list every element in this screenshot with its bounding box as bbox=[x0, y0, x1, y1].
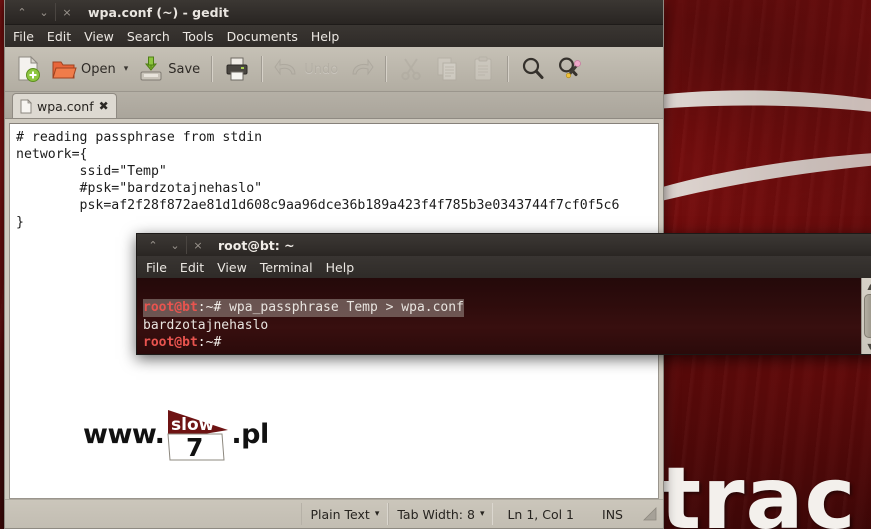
gedit-titlebar[interactable]: ⌃ ⌄ × wpa.conf (~) - gedit bbox=[5, 0, 663, 25]
language-selector[interactable]: Plain Text ▾ bbox=[301, 503, 389, 525]
redo-button[interactable] bbox=[344, 51, 378, 87]
copy-icon bbox=[437, 57, 457, 81]
open-folder-icon bbox=[52, 61, 77, 79]
undo-button[interactable]: Undo bbox=[270, 51, 342, 87]
search-icon bbox=[523, 57, 544, 79]
tab-label: wpa.conf bbox=[37, 98, 94, 114]
terminal-menu-help[interactable]: Help bbox=[326, 260, 355, 275]
gedit-tabbar: wpa.conf ✖ bbox=[5, 92, 663, 119]
save-disk-icon bbox=[140, 56, 162, 81]
toolbar-separator-3 bbox=[385, 56, 388, 82]
save-button-label: Save bbox=[168, 61, 201, 77]
terminal-scrollbar[interactable]: ▲ ▼ bbox=[861, 278, 871, 354]
document-icon bbox=[20, 98, 32, 113]
terminal-prompt-user: root@bt bbox=[143, 335, 198, 350]
resize-grip-icon[interactable] bbox=[643, 507, 657, 521]
menu-tools[interactable]: Tools bbox=[183, 29, 214, 44]
terminal-command-line-1: root@bt:~# wpa_passphrase Temp > wpa.con… bbox=[143, 299, 464, 317]
terminal-menu-file[interactable]: File bbox=[146, 260, 167, 275]
terminal-command-text: wpa_passphrase Temp > wpa.conf bbox=[229, 300, 464, 315]
close-icon[interactable]: × bbox=[186, 236, 209, 254]
gedit-document-text[interactable]: # reading passphrase from stdin network=… bbox=[16, 129, 652, 231]
terminal-titlebar[interactable]: ⌃ ⌄ × root@bt: ~ bbox=[137, 234, 871, 256]
terminal-output-text: bardzotajnehaslo bbox=[143, 317, 269, 333]
toolbar-separator-1 bbox=[211, 56, 214, 82]
paste-clipboard-icon bbox=[474, 56, 492, 81]
chevron-down-icon: ▾ bbox=[479, 509, 485, 519]
toolbar-separator-2 bbox=[261, 56, 264, 82]
terminal-window[interactable]: ⌃ ⌄ × root@bt: ~ File Edit View Terminal… bbox=[136, 233, 871, 355]
terminal-menu-terminal[interactable]: Terminal bbox=[260, 260, 313, 275]
scissors-icon bbox=[401, 58, 421, 81]
cursor-position-label: Ln 1, Col 1 bbox=[507, 506, 575, 522]
replace-button[interactable] bbox=[552, 51, 588, 87]
tab-wpa-conf[interactable]: wpa.conf ✖ bbox=[12, 93, 117, 118]
menu-view[interactable]: View bbox=[84, 29, 114, 44]
new-document-button[interactable] bbox=[11, 51, 45, 87]
tab-width-selector[interactable]: Tab Width: 8 ▾ bbox=[388, 503, 494, 525]
maximize-icon[interactable]: ⌄ bbox=[33, 3, 55, 21]
menu-documents[interactable]: Documents bbox=[227, 29, 298, 44]
scrollbar-thumb[interactable] bbox=[863, 294, 871, 338]
cut-button[interactable] bbox=[394, 51, 428, 87]
terminal-menu-view[interactable]: View bbox=[217, 260, 247, 275]
desktop-screen: trac ⌃ ⌄ × wpa.conf (~) - gedit File Edi… bbox=[0, 0, 871, 529]
redo-arrow-icon bbox=[352, 58, 374, 76]
scroll-down-arrow-icon[interactable]: ▼ bbox=[864, 340, 871, 352]
tab-close-icon[interactable]: ✖ bbox=[99, 100, 109, 112]
terminal-menu-edit[interactable]: Edit bbox=[180, 260, 204, 275]
menu-edit[interactable]: Edit bbox=[47, 29, 71, 44]
search-replace-icon bbox=[559, 57, 582, 79]
tab-width-label: Tab Width: 8 bbox=[397, 506, 475, 522]
menu-search[interactable]: Search bbox=[127, 29, 170, 44]
menu-help[interactable]: Help bbox=[311, 29, 340, 44]
terminal-window-title: root@bt: ~ bbox=[218, 237, 295, 253]
open-button-label: Open bbox=[81, 61, 116, 77]
terminal-output-line-2: bardzotajnehaslo bbox=[143, 317, 861, 335]
terminal-prompt-line-3: root@bt:~# bbox=[143, 334, 861, 352]
minimize-icon[interactable]: ⌃ bbox=[142, 236, 164, 254]
new-document-icon bbox=[18, 55, 40, 82]
copy-button[interactable] bbox=[430, 51, 464, 87]
gedit-menubar: File Edit View Search Tools Documents He… bbox=[5, 25, 663, 47]
print-button[interactable] bbox=[220, 51, 254, 87]
printer-icon bbox=[226, 57, 248, 81]
toolbar-separator-4 bbox=[507, 56, 510, 82]
minimize-icon[interactable]: ⌃ bbox=[11, 3, 33, 21]
open-dropdown-arrow-icon[interactable]: ▾ bbox=[124, 64, 129, 74]
undo-button-label: Undo bbox=[304, 61, 339, 77]
terminal-line: root@bt:~# wpa_passphrase Temp > wpa.con… bbox=[143, 299, 861, 317]
maximize-icon[interactable]: ⌄ bbox=[164, 236, 186, 254]
language-selector-label: Plain Text bbox=[310, 506, 370, 522]
undo-arrow-icon bbox=[274, 58, 296, 76]
wallpaper-wordmark: trac bbox=[660, 449, 857, 529]
gedit-toolbar: Open ▾ Save Undo bbox=[5, 47, 663, 92]
chevron-down-icon: ▾ bbox=[374, 509, 380, 519]
gedit-window-title: wpa.conf (~) - gedit bbox=[88, 4, 229, 20]
terminal-prompt-rest: :~# bbox=[197, 300, 230, 315]
find-button[interactable] bbox=[516, 51, 550, 87]
paste-button[interactable] bbox=[466, 51, 500, 87]
gedit-statusbar: Plain Text ▾ Tab Width: 8 ▾ Ln 1, Col 1 … bbox=[5, 499, 663, 528]
terminal-menubar: File Edit View Terminal Help bbox=[137, 256, 871, 278]
menu-file[interactable]: File bbox=[13, 29, 34, 44]
terminal-body: root@bt:~# wpa_passphrase Temp > wpa.con… bbox=[137, 278, 871, 354]
terminal-screen[interactable]: root@bt:~# wpa_passphrase Temp > wpa.con… bbox=[137, 278, 861, 354]
insert-mode-label: INS bbox=[602, 506, 623, 522]
scroll-up-arrow-icon[interactable]: ▲ bbox=[864, 280, 871, 292]
terminal-prompt-rest: :~# bbox=[197, 335, 222, 350]
open-button[interactable]: Open bbox=[47, 51, 120, 87]
terminal-prompt-user: root@bt bbox=[143, 300, 198, 315]
save-button[interactable]: Save bbox=[134, 51, 204, 87]
close-icon[interactable]: × bbox=[55, 3, 78, 21]
